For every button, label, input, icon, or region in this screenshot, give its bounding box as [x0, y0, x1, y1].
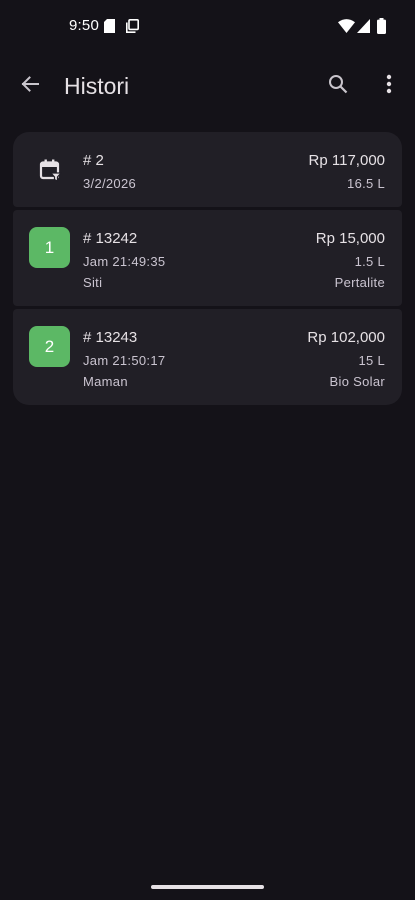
transaction-item[interactable]: 2 # 13243 Jam 21:50:17 Maman Rp 102,000 … [13, 309, 402, 405]
transaction-time: Jam 21:49:35 [83, 254, 166, 269]
summary-date: 3/2/2026 [83, 176, 137, 191]
sim-card-icon [104, 19, 115, 38]
more-vert-icon [386, 74, 392, 99]
transaction-index-badge: 1 [29, 227, 70, 268]
summary-card[interactable]: # 2 3/2/2026 Rp 117,000 16.5 L [13, 132, 402, 207]
transaction-number: # 13243 [83, 329, 138, 346]
status-bar: 9:50 [0, 0, 415, 54]
transaction-number: # 13242 [83, 230, 138, 247]
transaction-fuel-type: Bio Solar [329, 374, 385, 389]
transaction-operator: Maman [83, 374, 128, 389]
status-time: 9:50 [69, 17, 99, 34]
cell-signal-icon [357, 19, 370, 38]
gesture-nav-handle[interactable] [151, 885, 264, 889]
transaction-volume: 15 L [358, 353, 385, 368]
transaction-time: Jam 21:50:17 [83, 353, 166, 368]
transaction-amount: Rp 15,000 [315, 230, 385, 247]
battery-icon [377, 18, 386, 39]
more-options-button[interactable] [369, 66, 409, 106]
search-icon [328, 74, 348, 99]
transaction-item[interactable]: 1 # 13242 Jam 21:49:35 Siti Rp 15,000 1.… [13, 210, 402, 306]
transaction-fuel-type: Pertalite [334, 275, 385, 290]
screenshot-icon [126, 19, 139, 38]
top-app-bar: Histori [0, 56, 415, 120]
summary-number: # 2 [83, 152, 104, 169]
transaction-volume: 1.5 L [354, 254, 385, 269]
calendar-filter-icon [29, 149, 70, 190]
back-button[interactable] [10, 66, 50, 106]
wifi-icon [338, 19, 355, 38]
back-arrow-icon [20, 74, 40, 99]
history-list: # 2 3/2/2026 Rp 117,000 16.5 L 1 # 13242… [13, 132, 402, 408]
transaction-index-badge: 2 [29, 326, 70, 367]
summary-volume: 16.5 L [347, 176, 385, 191]
transaction-amount: Rp 102,000 [307, 329, 385, 346]
transaction-operator: Siti [83, 275, 103, 290]
page-title: Histori [64, 73, 130, 99]
summary-amount: Rp 117,000 [308, 152, 385, 169]
search-button[interactable] [318, 66, 358, 106]
